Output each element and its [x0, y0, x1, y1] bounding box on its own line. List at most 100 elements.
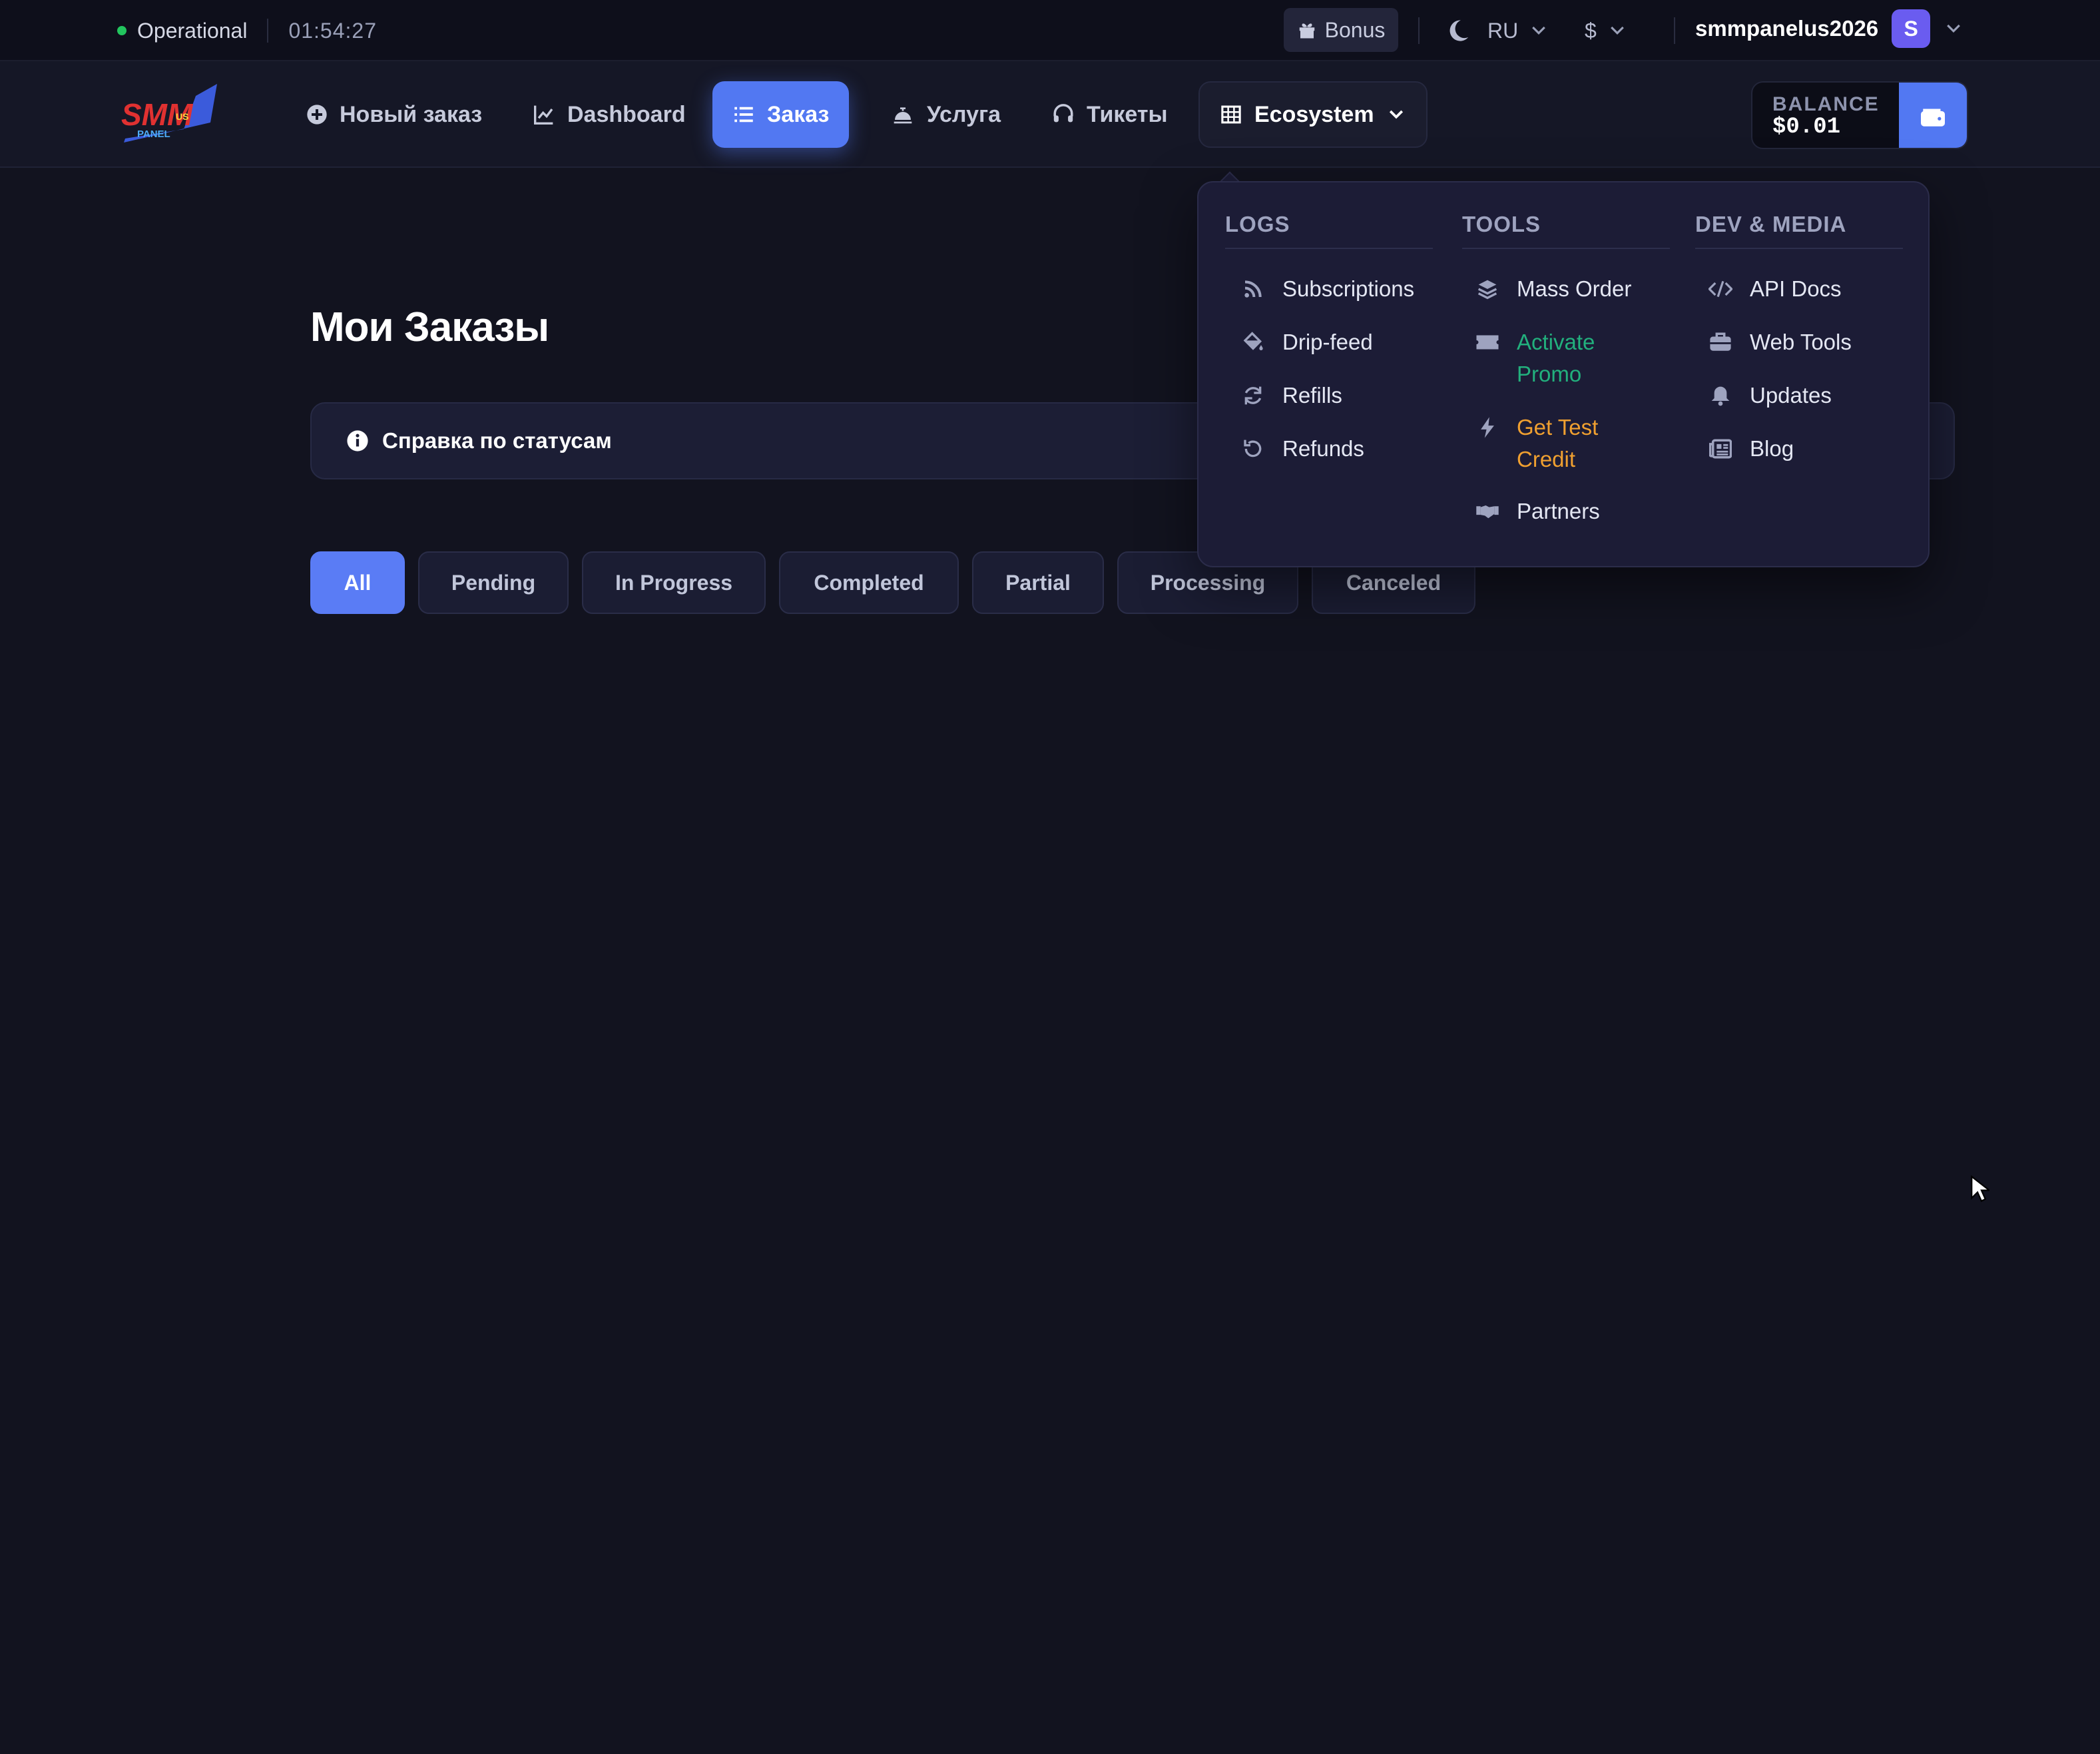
menu-mass-order[interactable]: Mass Order [1475, 273, 1631, 305]
divider [1674, 17, 1675, 44]
menu-refunds[interactable]: Refunds [1241, 433, 1364, 465]
menu-label: Drip-feed [1282, 330, 1373, 354]
gift-icon [1299, 23, 1314, 39]
svg-text:US: US [176, 111, 188, 122]
page-title: Мои Заказы [310, 304, 549, 350]
menu-activate-promo[interactable]: Activate Promo [1475, 326, 1622, 390]
dev-media-column: DEV & MEDIA [1695, 212, 1903, 249]
info-icon [347, 430, 368, 451]
menu-partners[interactable]: Partners [1475, 495, 1600, 527]
grid-icon [1221, 105, 1241, 124]
help-label: Справка по статусам [382, 428, 612, 453]
system-status: Operational 01:54:27 [117, 16, 377, 45]
language-select[interactable]: RU [1487, 16, 1549, 45]
menu-drip-feed[interactable]: Drip-feed [1241, 326, 1373, 358]
code-icon [1708, 280, 1732, 298]
tools-heading: TOOLS [1462, 212, 1670, 249]
divider [1418, 17, 1420, 44]
menu-refills[interactable]: Refills [1241, 380, 1342, 412]
nav-label: Услуга [927, 101, 1001, 127]
main-navbar: SMM PANEL US Новый заказ Dashboard Заказ… [0, 61, 2100, 168]
clock: 01:54:27 [288, 18, 377, 43]
menu-label: Activate Promo [1517, 330, 1595, 386]
theme-toggle[interactable] [1447, 16, 1470, 49]
refresh-icon [1244, 386, 1262, 405]
undo-icon [1244, 439, 1262, 457]
bell-icon [1711, 386, 1730, 406]
bell-concierge-icon [894, 107, 912, 124]
menu-label: Web Tools [1750, 330, 1852, 354]
handshake-icon [1476, 505, 1499, 519]
status-dot [117, 26, 127, 35]
filter-all[interactable]: All [310, 551, 405, 614]
filter-partial[interactable]: Partial [972, 551, 1104, 614]
balance-amount: $0.01 [1772, 115, 1841, 140]
menu-label: Blog [1750, 436, 1794, 461]
moon-icon [1449, 20, 1469, 41]
balance-label: BALANCE [1772, 93, 1880, 115]
divider [267, 19, 269, 43]
filter-in-progress[interactable]: In Progress [582, 551, 766, 614]
site-logo[interactable]: SMM PANEL US [117, 83, 217, 146]
chevron-down-icon [1532, 26, 1546, 35]
nav-label: Заказ [767, 101, 830, 127]
bolt-icon [1481, 417, 1494, 438]
nav-orders[interactable]: Заказ [712, 81, 850, 148]
currency-select[interactable]: $ [1585, 16, 1627, 45]
ecosystem-dropdown: LOGS TOOLS DEV & MEDIA Subscriptions Dri… [1197, 181, 1930, 567]
tools-column: TOOLS [1462, 212, 1670, 249]
menu-label: Updates [1750, 383, 1832, 408]
chevron-down-icon [1947, 24, 1961, 33]
chart-line-icon [534, 105, 553, 125]
filter-completed[interactable]: Completed [779, 551, 959, 614]
bonus-label: Bonus [1324, 17, 1386, 42]
menu-blog[interactable]: Blog [1708, 433, 1794, 465]
balance-widget[interactable]: BALANCE $0.01 [1751, 81, 1968, 149]
menu-label: Subscriptions [1282, 276, 1415, 301]
wallet-icon [1921, 109, 1945, 127]
user-menu[interactable]: smmpanelus2026 S [1695, 9, 1964, 48]
status-text: Operational [137, 18, 248, 43]
rss-icon [1244, 280, 1262, 298]
newspaper-icon [1709, 439, 1732, 459]
add-funds-button[interactable] [1899, 83, 1967, 148]
plus-circle-icon [307, 105, 327, 125]
menu-label: Get Test Credit [1517, 415, 1599, 471]
svg-text:PANEL: PANEL [137, 129, 170, 140]
nav-label: Dashboard [567, 101, 686, 127]
dev-media-heading: DEV & MEDIA [1695, 212, 1903, 249]
mouse-cursor-icon [1971, 1175, 1989, 1203]
menu-subscriptions[interactable]: Subscriptions [1241, 273, 1414, 305]
headset-icon [1053, 104, 1073, 123]
ticket-icon [1476, 335, 1499, 350]
fill-drip-icon [1243, 332, 1263, 350]
menu-api-docs[interactable]: API Docs [1708, 273, 1842, 305]
menu-get-test-credit[interactable]: Get Test Credit [1475, 412, 1622, 475]
logs-heading: LOGS [1225, 212, 1433, 249]
menu-updates[interactable]: Updates [1708, 380, 1832, 412]
filter-pending[interactable]: Pending [418, 551, 569, 614]
menu-web-tools[interactable]: Web Tools [1708, 326, 1852, 358]
bonus-button[interactable]: Bonus [1284, 8, 1398, 52]
menu-label: Mass Order [1517, 276, 1632, 301]
nav-services[interactable]: Услуга [871, 81, 1021, 148]
chevron-down-icon [1610, 26, 1624, 35]
layers-icon [1477, 280, 1497, 300]
currency-value: $ [1585, 19, 1597, 43]
nav-new-order[interactable]: Новый заказ [286, 81, 502, 148]
nav-label: Ecosystem [1254, 101, 1374, 127]
language-value: RU [1487, 19, 1519, 43]
top-status-bar: Operational 01:54:27 Bonus RU $ smmpanel… [0, 0, 2100, 61]
menu-label: Refunds [1282, 436, 1364, 461]
nav-ecosystem[interactable]: Ecosystem [1198, 81, 1428, 148]
nav-label: Новый заказ [340, 101, 483, 127]
list-icon [734, 107, 753, 123]
nav-dashboard[interactable]: Dashboard [513, 81, 706, 148]
toolbox-icon [1710, 332, 1731, 351]
menu-label: Partners [1517, 499, 1600, 523]
avatar: S [1892, 9, 1931, 48]
menu-label: Refills [1282, 383, 1342, 408]
chevron-down-icon [1389, 110, 1403, 119]
logs-column: LOGS [1225, 212, 1433, 249]
nav-tickets[interactable]: Тикеты [1032, 81, 1188, 148]
